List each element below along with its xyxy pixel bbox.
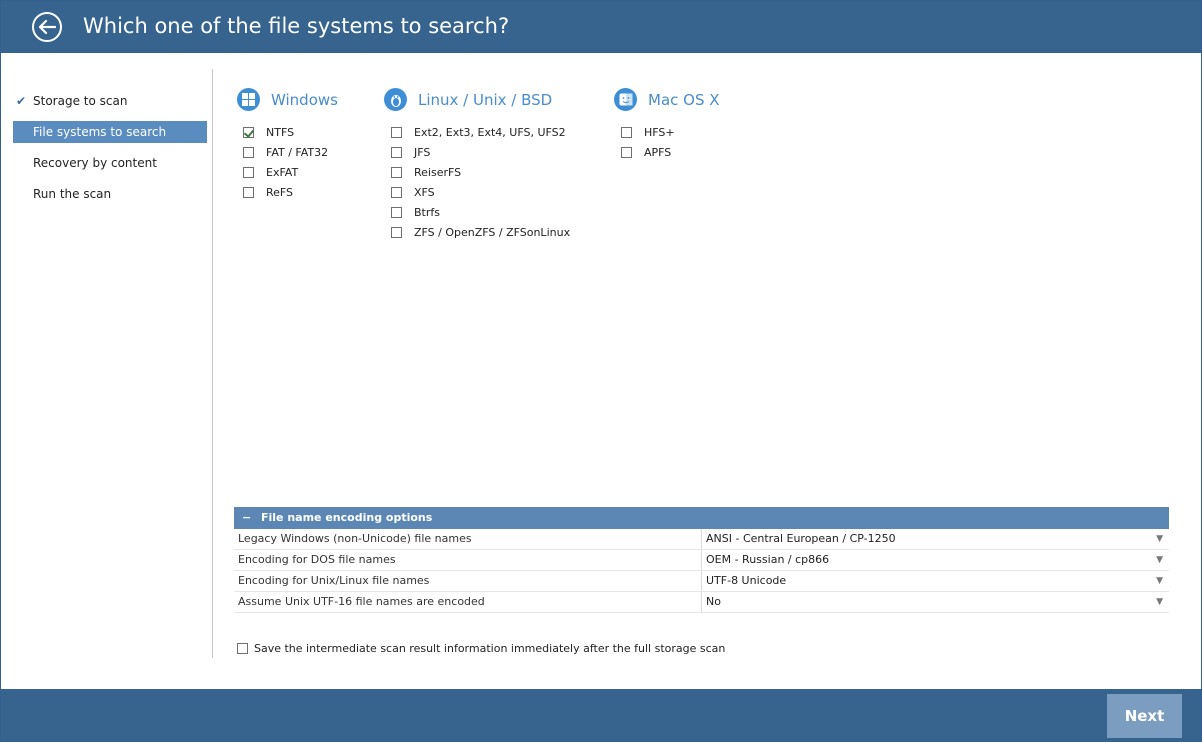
checkbox[interactable] [621,126,632,138]
fs-option-jfs[interactable]: JFS [391,142,430,162]
encoding-row-dos: Encoding for DOS file names OEM - Russia… [234,550,1169,571]
sidebar-item-recovery-by-content[interactable]: Recovery by content [13,152,207,174]
checkbox[interactable] [243,126,254,138]
checkbox[interactable] [391,206,402,218]
sidebar-item-label: Storage to scan [33,94,128,108]
encoding-options-panel: − File name encoding options Legacy Wind… [234,507,1169,613]
fs-option-label: APFS [644,145,672,159]
fs-option-ntfs[interactable]: NTFS [243,122,294,142]
encoding-dropdown[interactable]: OEM - Russian / cp866 ▼ [701,550,1169,570]
save-intermediate-label: Save the intermediate scan result inform… [254,641,726,655]
app-window: Which one of the file systems to search?… [0,0,1202,742]
linux-title: Linux / Unix / BSD [418,90,553,109]
dropdown-arrow-icon: ▼ [1156,534,1163,544]
page-title: Which one of the file systems to search? [83,14,510,38]
dropdown-arrow-icon: ▼ [1156,576,1163,586]
checkmark-icon: ✔ [16,94,27,108]
fs-option-label: JFS [414,145,431,159]
linux-column-header: Linux / Unix / BSD [384,88,552,111]
fs-option-label: NTFS [266,125,295,139]
fs-option-ext[interactable]: Ext2, Ext3, Ext4, UFS, UFS2 [391,122,566,142]
encoding-row-label: Assume Unix UTF-16 file names are encode… [238,595,485,608]
encoding-dropdown-value: ANSI - Central European / CP-1250 [706,532,896,545]
encoding-options-title: File name encoding options [261,511,433,524]
sidebar-item-run-the-scan[interactable]: Run the scan [13,183,207,205]
save-intermediate-option[interactable]: Save the intermediate scan result inform… [237,638,725,658]
fs-option-label: ReFS [266,185,294,199]
fs-option-fat[interactable]: FAT / FAT32 [243,142,328,162]
encoding-options-header[interactable]: − File name encoding options [234,507,1169,529]
checkbox[interactable] [621,146,632,158]
fs-option-hfs[interactable]: HFS+ [621,122,675,142]
fs-option-label: FAT / FAT32 [266,145,329,159]
fs-option-refs[interactable]: ReFS [243,182,293,202]
checkbox[interactable] [391,186,402,198]
checkbox[interactable] [391,146,402,158]
checkbox[interactable] [243,186,254,198]
encoding-row-utf16: Assume Unix UTF-16 file names are encode… [234,592,1169,613]
fs-option-label: Ext2, Ext3, Ext4, UFS, UFS2 [414,125,566,139]
encoding-dropdown[interactable]: ANSI - Central European / CP-1250 ▼ [701,529,1169,549]
fs-option-label: ExFAT [266,165,299,179]
checkbox[interactable] [243,146,254,158]
sidebar-item-label: Run the scan [33,187,112,201]
fs-option-zfs[interactable]: ZFS / OpenZFS / ZFSonLinux [391,222,570,242]
checkbox[interactable] [243,166,254,178]
next-button[interactable]: Next [1107,694,1182,738]
fs-option-apfs[interactable]: APFS [621,142,671,162]
dropdown-arrow-icon: ▼ [1156,555,1163,565]
checkbox[interactable] [237,642,248,654]
fs-option-label: Btrfs [414,205,440,219]
fs-option-reiserfs[interactable]: ReiserFS [391,162,461,182]
sidebar: ✔ Storage to scan File systems to search… [1,53,213,659]
encoding-row-legacy-windows: Legacy Windows (non-Unicode) file names … [234,529,1169,550]
footer-bar: Next [1,689,1201,741]
sidebar-divider [212,69,213,658]
encoding-dropdown-value: OEM - Russian / cp866 [706,553,830,566]
windows-title: Windows [271,90,338,109]
sidebar-item-label: Recovery by content [33,156,157,170]
windows-column-header: Windows [237,88,338,111]
mac-title: Mac OS X [648,90,720,109]
fs-option-btrfs[interactable]: Btrfs [391,202,440,222]
arrow-left-icon [38,20,56,34]
windows-icon [237,88,260,111]
checkbox[interactable] [391,126,402,138]
encoding-row-label: Encoding for Unix/Linux file names [238,574,430,587]
encoding-row-label: Legacy Windows (non-Unicode) file names [238,532,472,545]
encoding-row-label: Encoding for DOS file names [238,553,396,566]
encoding-row-unix: Encoding for Unix/Linux file names UTF-8… [234,571,1169,592]
fs-option-label: XFS [414,185,435,199]
fs-option-label: ReiserFS [414,165,462,179]
header-bar: Which one of the file systems to search? [1,1,1201,53]
sidebar-item-label: File systems to search [33,125,167,139]
checkbox[interactable] [391,166,402,178]
encoding-dropdown-value: No [706,595,721,608]
mac-finder-icon [614,88,637,111]
fs-option-label: ZFS / OpenZFS / ZFSonLinux [414,225,571,239]
encoding-dropdown[interactable]: No ▼ [701,592,1169,612]
encoding-dropdown-value: UTF-8 Unicode [706,574,787,587]
fs-option-xfs[interactable]: XFS [391,182,435,202]
sidebar-item-file-systems[interactable]: File systems to search [13,121,207,143]
dropdown-arrow-icon: ▼ [1156,597,1163,607]
back-button[interactable] [32,12,62,42]
fs-option-exfat[interactable]: ExFAT [243,162,298,182]
sidebar-item-storage-to-scan[interactable]: ✔ Storage to scan [13,90,207,112]
encoding-dropdown[interactable]: UTF-8 Unicode ▼ [701,571,1169,591]
mac-column-header: Mac OS X [614,88,720,111]
checkbox[interactable] [391,226,402,238]
collapse-toggle[interactable]: − [242,507,251,529]
fs-option-label: HFS+ [644,125,675,139]
linux-penguin-icon [384,88,407,111]
